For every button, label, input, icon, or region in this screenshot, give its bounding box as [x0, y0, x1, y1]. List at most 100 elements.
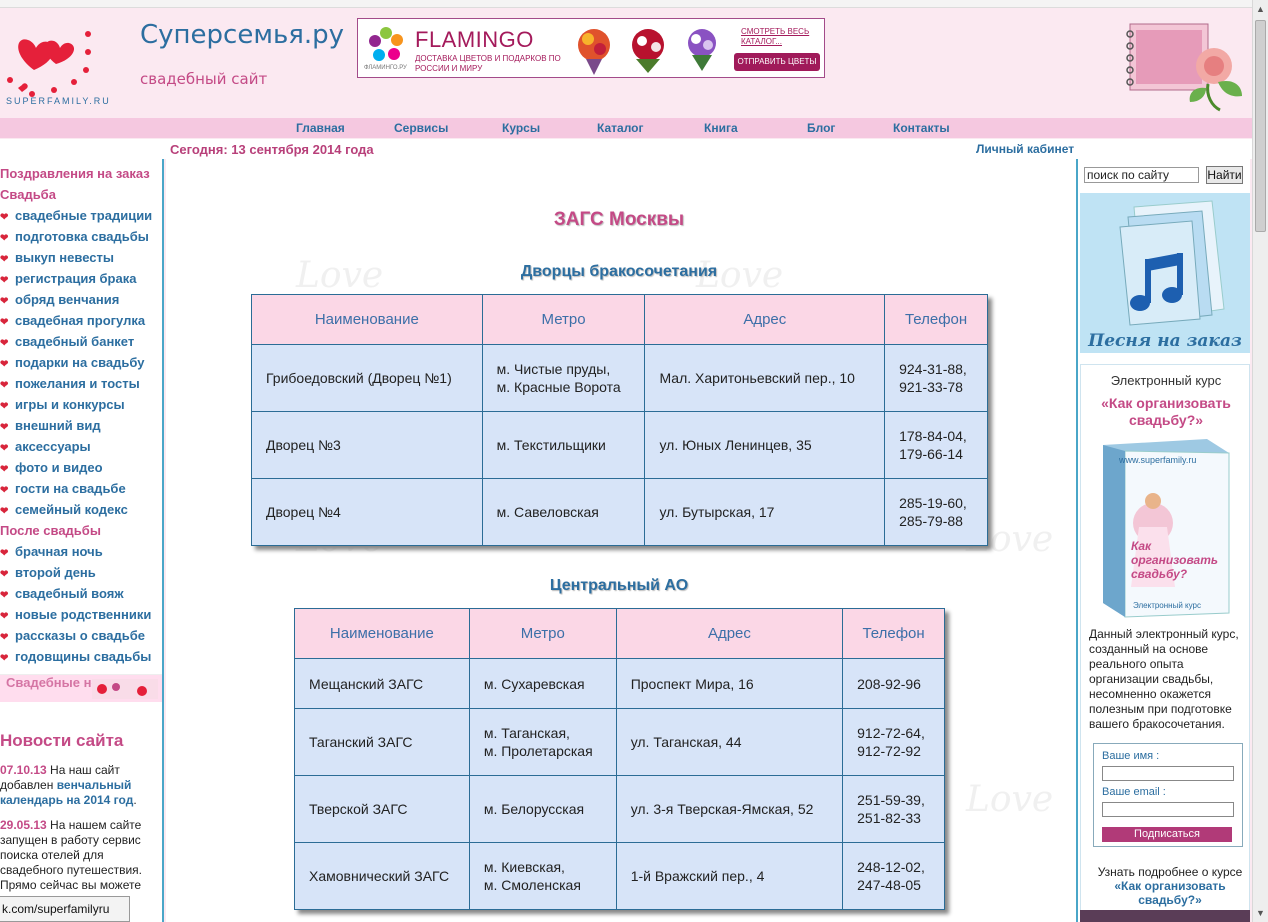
nav-book[interactable]: Книга — [704, 121, 738, 135]
sidebar-link[interactable]: ❤ второй день — [0, 565, 96, 580]
nav-courses[interactable]: Курсы — [502, 121, 540, 135]
palaces-table: Наименование Метро Адрес Телефон Грибоед… — [251, 294, 988, 546]
flamingo-banner[interactable]: ФЛАМИНГО.РУ FLAMINGO ДОСТАВКА ЦВЕТОВ И П… — [357, 18, 825, 78]
song-order-banner[interactable]: Песня на заказ — [1080, 193, 1250, 353]
heart-bullet-icon: ❤ — [0, 296, 9, 307]
book-footer: Электронный курс — [1133, 601, 1201, 610]
browser-top-edge — [0, 0, 1268, 8]
personal-cabinet-link[interactable]: Личный кабинет — [976, 142, 1074, 156]
nav-services[interactable]: Сервисы — [394, 121, 448, 135]
sidebar-link[interactable]: ❤ выкуп невесты — [0, 250, 114, 265]
sidebar-link-label: выкуп невесты — [15, 250, 114, 265]
sidebar-link[interactable]: ❤ свадебная прогулка — [0, 313, 145, 328]
logo[interactable]: SUPERFAMILY.RU — [2, 18, 114, 110]
nav-catalog[interactable]: Каталог — [597, 121, 644, 135]
send-flowers-button[interactable]: ОТПРАВИТЬ ЦВЕТЫ — [734, 53, 820, 71]
zags-address: 1-й Вражский пер., 4 — [630, 868, 765, 884]
nav-contacts[interactable]: Контакты — [893, 121, 950, 135]
metro-station: м. Таганская, — [483, 725, 570, 741]
flamingo-logo-icon — [369, 27, 403, 61]
course-book-cover[interactable]: www.superfamily.ru Как организовать свад… — [1091, 437, 1241, 619]
nav-home[interactable]: Главная — [296, 121, 345, 135]
metro-station: м. Пролетарская — [483, 743, 593, 759]
sidebar-link-label: фото и видео — [15, 460, 103, 475]
category-wedding[interactable]: Свадьба — [0, 187, 56, 202]
site-title[interactable]: Суперсемья.ру — [140, 20, 344, 50]
section-title-palaces: Дворцы бракосочетания — [520, 263, 718, 280]
table-row: Дворец №3 м. Текстильщики ул. Юных Ленинце… — [251, 411, 988, 479]
course-name[interactable]: «Как организовать свадьбу?» — [1081, 395, 1251, 429]
sidebar-link-label: свадебный вояж — [15, 586, 124, 601]
sidebar-link[interactable]: ❤ подарки на свадьбу — [0, 355, 144, 370]
course-more: Узнать подробнее о курсе «Как организова… — [1087, 865, 1253, 907]
sidebar-link[interactable]: ❤ гости на свадьбе — [0, 481, 126, 496]
wedding-news-banner[interactable]: Свадебные новости — [0, 674, 162, 702]
heart-bullet-icon: ❤ — [0, 212, 9, 223]
sidebar-link[interactable]: ❤ свадебный банкет — [0, 334, 134, 349]
right-bottom-banner[interactable] — [1080, 910, 1250, 922]
name-input[interactable] — [1102, 766, 1234, 781]
sidebar-link[interactable]: ❤ брачная ночь — [0, 544, 103, 559]
sidebar-link[interactable]: ❤ подготовка свадьбы — [0, 229, 149, 244]
sidebar-link[interactable]: ❤ игры и конкурсы — [0, 397, 125, 412]
table-row: Таганский ЗАГС м. Таганская, м. Пролетарск… — [294, 708, 945, 776]
course-description: Данный электронный курс, созданный на ос… — [1089, 627, 1239, 731]
category-after-wedding[interactable]: После свадьбы — [0, 523, 101, 538]
email-input[interactable] — [1102, 802, 1234, 817]
heart-bullet-icon: ❤ — [0, 422, 9, 433]
col-metro: Метро — [481, 294, 646, 345]
cell-metro: м. Киевская, м. Смоленская — [468, 842, 617, 910]
scrollbar[interactable]: ▲ ▼ — [1252, 0, 1268, 922]
search-button[interactable]: Найти — [1206, 166, 1243, 184]
cell-name: Таганский ЗАГС — [294, 708, 470, 776]
nav-blog[interactable]: Блог — [807, 121, 835, 135]
course-more-link[interactable]: «Как организовать свадьбу?» — [1087, 879, 1253, 907]
sidebar-link-label: второй день — [15, 565, 96, 580]
sidebar-link[interactable]: ❤ фото и видео — [0, 460, 103, 475]
metro-station: м. Красные Ворота — [496, 379, 621, 395]
sidebar-link[interactable]: ❤ обряд венчания — [0, 292, 119, 307]
sidebar-link-label: аксессуары — [15, 439, 91, 454]
zags-name: Дворец №3 — [266, 437, 341, 453]
banner-tagline: ДОСТАВКА ЦВЕТОВ И ПОДАРКОВ ПО РОССИИ И М… — [415, 54, 561, 73]
scroll-up-icon[interactable]: ▲ — [1256, 4, 1265, 14]
banner-catalog-link[interactable]: СМОТРЕТЬ ВЕСЬ КАТАЛОГ... — [741, 27, 824, 47]
zags-name: Грибоедовский (Дворец №1) — [266, 370, 452, 386]
subscribe-button[interactable]: Подписаться — [1102, 827, 1232, 842]
heart-bullet-icon: ❤ — [0, 611, 9, 622]
subscribe-form: Ваше имя : Ваше email : Подписаться — [1093, 743, 1243, 847]
scrollbar-thumb[interactable] — [1255, 20, 1266, 232]
cell-address: Мал. Харитоньевский пер., 10 — [644, 344, 886, 412]
sidebar-link[interactable]: ❤ свадебный вояж — [0, 586, 124, 601]
sidebar-link[interactable]: ❤ годовщины свадьбы — [0, 649, 151, 664]
sidebar-link[interactable]: ❤ пожелания и тосты — [0, 376, 140, 391]
heart-bullet-icon: ❤ — [0, 275, 9, 286]
sidebar-link[interactable]: ❤ семейный кодекс — [0, 502, 128, 517]
zags-address: ул. Таганская, 44 — [630, 734, 742, 750]
sidebar-link[interactable]: ❤ регистрация брака — [0, 271, 136, 286]
today-date: Сегодня: 13 сентября 2014 года — [170, 142, 374, 157]
phone-number: 912-72-92 — [857, 743, 921, 759]
flamingo-small-text: ФЛАМИНГО.РУ — [364, 65, 407, 71]
search-input[interactable]: поиск по сайту — [1084, 167, 1199, 183]
heart-bullet-icon: ❤ — [0, 464, 9, 475]
sidebar-link[interactable]: ❤ новые родственники — [0, 607, 151, 622]
metro-station: м. Чистые пруды, — [496, 361, 611, 377]
sidebar-link[interactable]: ❤ внешний вид — [0, 418, 101, 433]
scroll-down-icon[interactable]: ▼ — [1256, 908, 1265, 918]
page-title: ЗАГС Москвы — [553, 209, 685, 230]
sidebar-link[interactable]: ❤ аксессуары — [0, 439, 91, 454]
table-row: Мещанский ЗАГС м. Сухаревская Проспект Мир… — [294, 658, 945, 709]
phone-number: 912-72-64, — [857, 725, 925, 741]
sidebar-link-label: свадебная прогулка — [15, 313, 146, 328]
phone-number: 924-31-88, — [899, 361, 967, 377]
cell-metro: м. Сухаревская — [468, 658, 617, 709]
cell-metro: м. Белорусская — [468, 775, 617, 843]
left-sidebar: Поздравления на заказ Свадьба ❤ свадебные… — [0, 159, 164, 922]
sidebar-link-label: брачная ночь — [15, 544, 103, 559]
category-congratulations[interactable]: Поздравления на заказ — [0, 166, 150, 181]
sidebar-link[interactable]: ❤ свадебные традиции — [0, 208, 152, 223]
sidebar-link[interactable]: ❤ рассказы о свадьбе — [0, 628, 145, 643]
heart-bullet-icon: ❤ — [0, 506, 9, 517]
phone-number: 248-12-02, — [857, 859, 925, 875]
